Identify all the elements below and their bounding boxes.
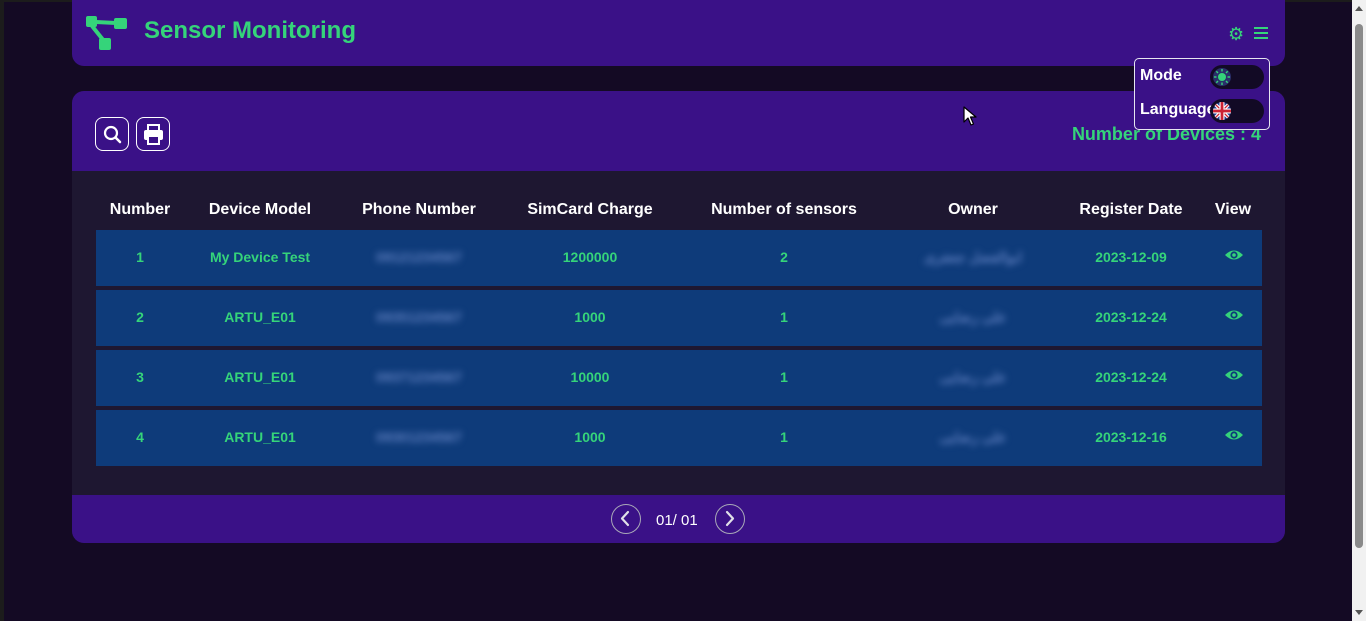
cell-number: 1 [136, 249, 144, 265]
print-button[interactable] [136, 117, 170, 151]
cell-owner: علی رضایی [939, 309, 1007, 325]
devices-card: Number of Devices : 4 Number Device Mode… [72, 91, 1285, 543]
next-page-button[interactable] [715, 504, 745, 534]
view-eye-icon[interactable] [1224, 366, 1244, 389]
mode-label: Mode [1140, 67, 1182, 84]
app-header: Sensor Monitoring ⚙ [72, 0, 1285, 66]
cell-register-date: 2023-12-16 [1095, 429, 1167, 445]
cell-phone-number: 09371234567 [376, 369, 462, 385]
cell-phone-number: 09121234567 [376, 249, 462, 265]
column-header-device-model: Device Model [208, 201, 312, 218]
column-header-view: View [1214, 201, 1252, 218]
language-label: Language [1140, 101, 1216, 118]
chevron-right-icon [725, 510, 735, 527]
table-row: 1 My Device Test 09121234567 1200000 2 ا… [96, 230, 1262, 286]
cell-register-date: 2023-12-24 [1095, 369, 1167, 385]
cell-number-of-sensors: 2 [780, 249, 788, 265]
card-toolbar: Number of Devices : 4 [72, 91, 1285, 171]
table-header: Number Device Model Phone Number SimCard… [72, 201, 1285, 221]
page-indicator: 01/ 01 [656, 512, 698, 529]
scroll-up-arrow-icon[interactable] [1355, 6, 1363, 11]
previous-page-button[interactable] [611, 504, 641, 534]
cell-simcard-charge: 1000 [574, 429, 606, 445]
cell-number-of-sensors: 1 [780, 429, 788, 445]
window-frame-left [0, 0, 4, 621]
table-row: 2 ARTU_E01 09351234567 1000 1 علی رضایی … [96, 290, 1262, 346]
cell-register-date: 2023-12-24 [1095, 309, 1167, 325]
cell-device-model: ARTU_E01 [224, 429, 296, 445]
column-header-phone-number: Phone Number [362, 201, 476, 218]
print-icon [144, 124, 163, 145]
table-row: 4 ARTU_E01 09301234567 1000 1 علی رضایی … [96, 410, 1262, 466]
view-eye-icon[interactable] [1224, 306, 1244, 329]
theme-sun-icon [1213, 68, 1231, 86]
cell-register-date: 2023-12-09 [1095, 249, 1167, 265]
language-toggle[interactable] [1210, 99, 1264, 123]
pagination-bar: 01/ 01 [72, 495, 1285, 543]
cell-owner: ابوالفضل جعفری [923, 249, 1023, 265]
cell-simcard-charge: 1200000 [562, 249, 618, 265]
cell-number-of-sensors: 1 [780, 309, 788, 325]
vertical-scrollbar[interactable] [1352, 0, 1366, 621]
cell-device-model: My Device Test [209, 249, 311, 265]
hamburger-menu-icon[interactable] [1254, 27, 1268, 39]
settings-gear-icon[interactable]: ⚙ [1228, 25, 1244, 43]
cell-simcard-charge: 10000 [570, 369, 610, 385]
cell-number: 2 [136, 309, 144, 325]
cell-number-of-sensors: 1 [780, 369, 788, 385]
column-header-number-of-sensors: Number of sensors [711, 201, 857, 218]
cell-owner: علی رضایی [939, 429, 1007, 445]
column-header-register-date: Register Date [1079, 201, 1183, 218]
search-icon [103, 125, 122, 144]
chevron-left-icon [620, 510, 630, 527]
cell-simcard-charge: 1000 [574, 309, 606, 325]
column-header-number: Number [109, 201, 171, 218]
column-header-simcard-charge: SimCard Charge [527, 201, 653, 218]
uk-flag-icon [1213, 102, 1231, 120]
scroll-thumb[interactable] [1355, 24, 1363, 548]
column-header-owner: Owner [948, 201, 998, 218]
cell-phone-number: 09301234567 [376, 429, 462, 445]
scroll-down-arrow-icon[interactable] [1355, 610, 1363, 615]
cell-device-model: ARTU_E01 [224, 309, 296, 325]
cell-device-model: ARTU_E01 [224, 369, 296, 385]
mouse-cursor-icon [963, 106, 977, 131]
app-title: Sensor Monitoring [144, 17, 356, 44]
view-eye-icon[interactable] [1224, 246, 1244, 269]
cell-phone-number: 09351234567 [376, 309, 462, 325]
cell-number: 3 [136, 369, 144, 385]
logo-network-icon [86, 16, 128, 55]
cell-owner: علی رضایی [939, 369, 1007, 385]
cell-number: 4 [136, 429, 144, 445]
view-eye-icon[interactable] [1224, 426, 1244, 449]
mode-toggle[interactable] [1210, 65, 1264, 89]
search-button[interactable] [95, 117, 129, 151]
settings-dropdown: Mode Language [1134, 58, 1270, 130]
table-row: 3 ARTU_E01 09371234567 10000 1 علی رضایی… [96, 350, 1262, 406]
